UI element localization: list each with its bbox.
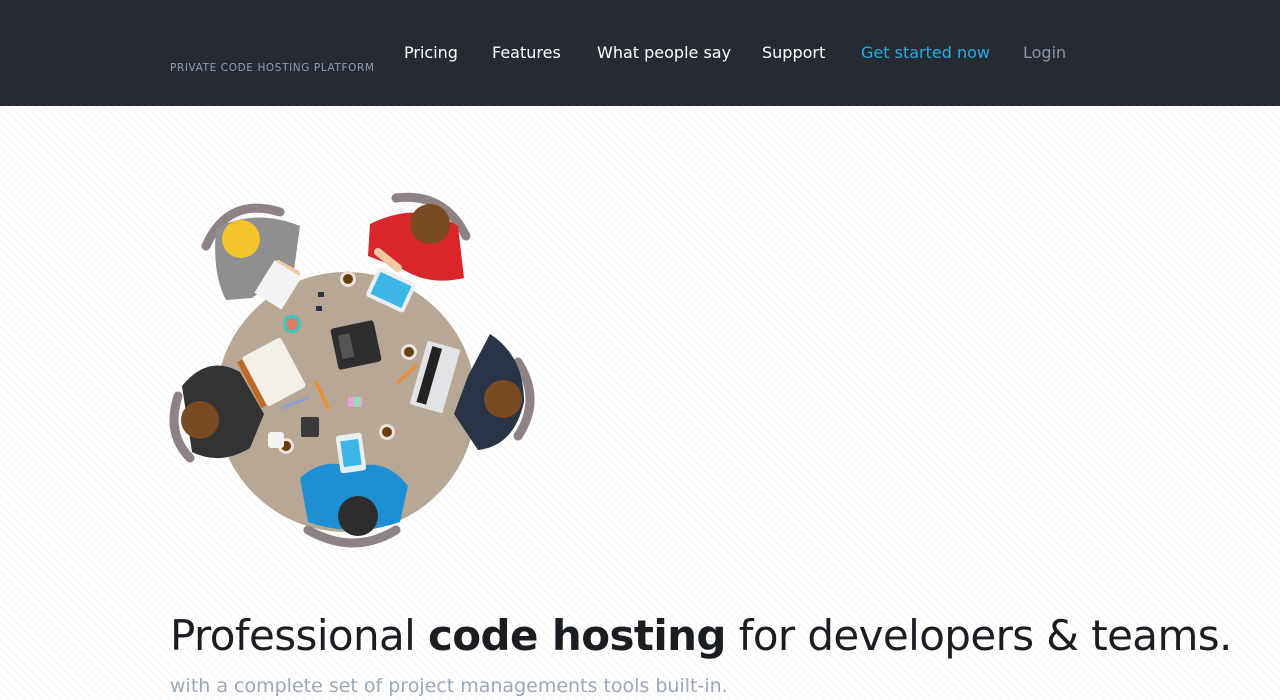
headline-part-2: for developers & teams. [725, 611, 1233, 660]
hero-subheadline: with a complete set of project managemen… [170, 675, 728, 697]
person-top-right [368, 192, 471, 281]
hero-headline: Professional code hosting for developers… [170, 608, 1232, 664]
person-bottom [300, 463, 408, 548]
nav-features[interactable]: Features [492, 43, 561, 62]
brand-tagline: PRIVATE CODE HOSTING PLATFORM [170, 62, 375, 74]
nav-support[interactable]: Support [762, 43, 825, 62]
top-navbar: PRIVATE CODE HOSTING PLATFORM Pricing Fe… [0, 0, 1280, 106]
headline-part-1: Professional [170, 611, 428, 660]
nav-pricing[interactable]: Pricing [404, 43, 458, 62]
headline-strong: code hosting [427, 611, 727, 660]
nav-what-people-say[interactable]: What people say [597, 43, 731, 62]
nav-login[interactable]: Login [1023, 43, 1066, 62]
team-meeting-illustration [169, 192, 535, 548]
nav-get-started[interactable]: Get started now [861, 43, 990, 62]
